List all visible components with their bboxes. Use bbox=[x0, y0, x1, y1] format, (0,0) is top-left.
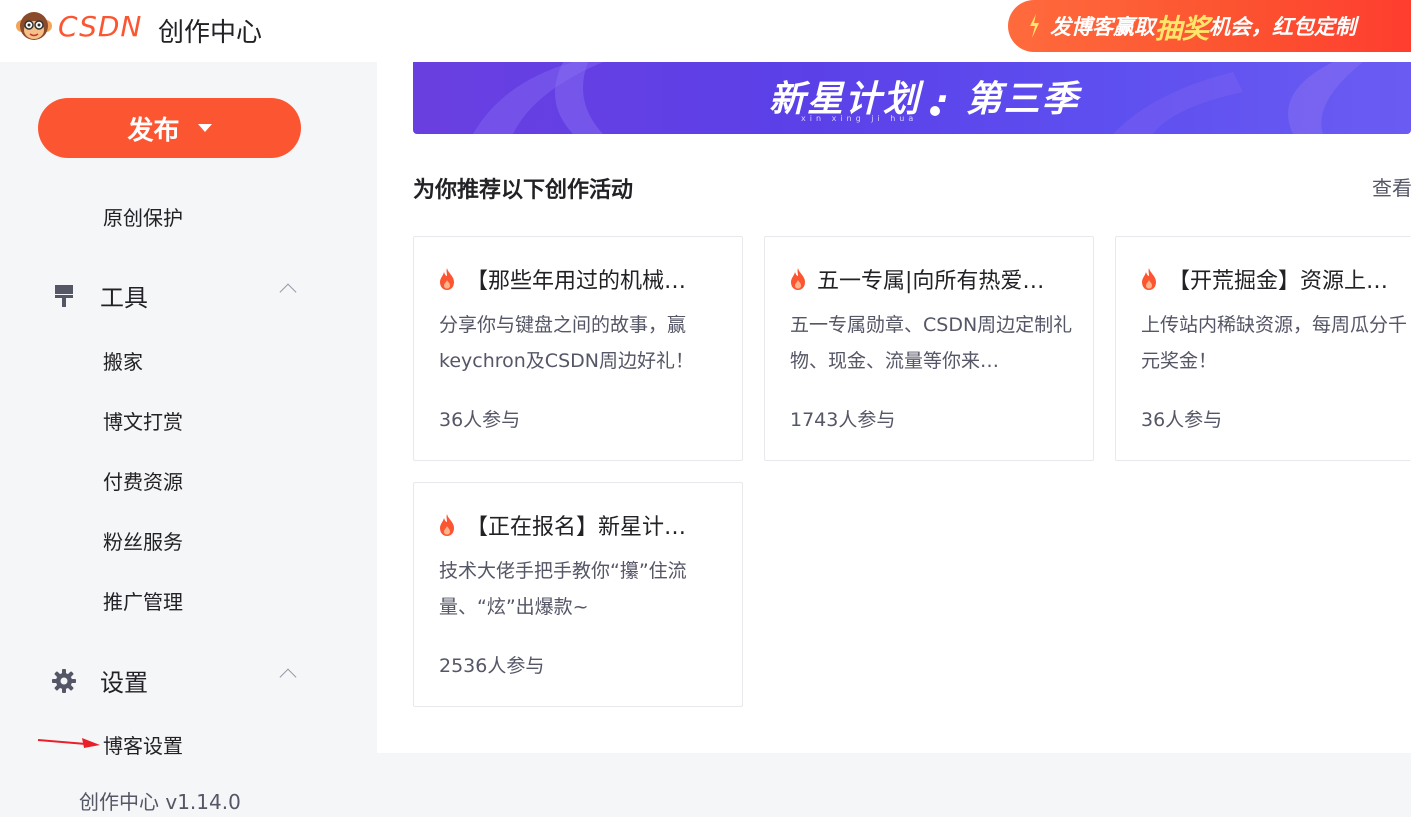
flame-icon bbox=[1142, 268, 1156, 290]
activity-banner[interactable]: 新星计划 · 第三季 xin xing ji hua bbox=[413, 62, 1411, 134]
carousel-dot[interactable] bbox=[930, 106, 940, 116]
card-description: 上传站内稀缺资源，每周瓜分千元奖金！ bbox=[1141, 314, 1408, 372]
sidebar-section-tools[interactable]: 工具 bbox=[50, 278, 300, 313]
card-title: 【那些年用过的机械… bbox=[466, 269, 687, 294]
participant-count: 1743人参与 bbox=[790, 409, 896, 431]
main-content: 新星计划 · 第三季 xin xing ji hua 为你推荐以下创作活动 查看… bbox=[377, 62, 1411, 753]
activity-card[interactable]: 【正在报名】新星计… 技术大佬手把手教你“攥”住流量、“炫”出爆款~ 2536人… bbox=[413, 482, 743, 707]
banner-subtitle: xin xing ji hua bbox=[801, 114, 918, 123]
flame-icon bbox=[440, 514, 454, 536]
card-title: 【正在报名】新星计… bbox=[466, 515, 687, 540]
sidebar-item-original-protection[interactable]: 原创保护 bbox=[103, 202, 183, 231]
promo-text-a: 发博客赢取 bbox=[1050, 15, 1155, 39]
publish-button[interactable]: 发布 bbox=[38, 98, 301, 158]
chevron-up-icon bbox=[279, 283, 297, 301]
settings-label: 设置 bbox=[100, 669, 148, 697]
promo-text-c: 机会，红包定制 bbox=[1209, 15, 1356, 39]
activity-card[interactable]: 五一专属|向所有热爱… 五一专属勋章、CSDN周边定制礼物、现金、流量等你来… … bbox=[764, 236, 1094, 461]
csdn-logo[interactable]: CSDN bbox=[14, 8, 142, 44]
red-arrow-icon bbox=[37, 738, 100, 748]
promo-banner[interactable]: 发博客赢取 抽奖 机会，红包定制 bbox=[1008, 0, 1411, 52]
card-description: 分享你与键盘之间的故事，赢keychron及CSDN周边好礼！ bbox=[439, 314, 694, 372]
version-label: 创作中心 v1.14.0 bbox=[79, 790, 241, 814]
flame-icon bbox=[440, 268, 454, 290]
publish-label: 发布 bbox=[127, 114, 180, 145]
monkey-logo-icon bbox=[16, 12, 52, 40]
sidebar-item-blog-settings[interactable]: 博客设置 bbox=[103, 730, 183, 759]
participant-count: 2536人参与 bbox=[439, 655, 545, 677]
activity-card[interactable]: 【那些年用过的机械… 分享你与键盘之间的故事，赢keychron及CSDN周边好… bbox=[413, 236, 743, 461]
card-title: 五一专属|向所有热爱… bbox=[817, 269, 1045, 294]
sidebar-item-fan-service[interactable]: 粉丝服务 bbox=[103, 526, 183, 555]
card-description: 五一专属勋章、CSDN周边定制礼物、现金、流量等你来… bbox=[790, 314, 1073, 372]
section-title: 为你推荐以下创作活动 bbox=[413, 178, 634, 203]
participant-count: 36人参与 bbox=[439, 409, 521, 431]
promo-text-b: 抽奖 bbox=[1155, 13, 1209, 45]
sidebar: 发布 原创保护 工具 搬家 博文打赏 付费资源 粉丝服务 推广管理 设置 博客设… bbox=[0, 62, 377, 817]
chevron-up-icon bbox=[279, 668, 297, 686]
spark-icon bbox=[1026, 13, 1042, 39]
sidebar-item-paid-resources[interactable]: 付费资源 bbox=[103, 466, 183, 495]
card-description: 技术大佬手把手教你“攥”住流量、“炫”出爆款~ bbox=[439, 560, 687, 618]
flame-icon bbox=[791, 268, 805, 290]
caret-down-icon bbox=[197, 124, 212, 132]
sidebar-item-move[interactable]: 搬家 bbox=[103, 346, 143, 375]
tools-label: 工具 bbox=[100, 284, 148, 312]
sidebar-section-settings[interactable]: 设置 bbox=[50, 663, 300, 698]
activity-card[interactable]: 【开荒掘金】资源上… 上传站内稀缺资源，每周瓜分千元奖金！ 36人参与 bbox=[1115, 236, 1411, 461]
brush-icon bbox=[50, 282, 78, 310]
card-title: 【开荒掘金】资源上… bbox=[1168, 269, 1389, 294]
participant-count: 36人参与 bbox=[1141, 409, 1223, 431]
view-more-link[interactable]: 查看 bbox=[1372, 172, 1411, 201]
sidebar-item-promotion[interactable]: 推广管理 bbox=[103, 586, 183, 615]
logo-text: CSDN bbox=[58, 9, 143, 43]
page-title: 创作中心 bbox=[158, 18, 263, 48]
top-header: CSDN 创作中心 发博客赢取 抽奖 机会，红包定制 bbox=[0, 0, 1411, 62]
gear-icon bbox=[50, 667, 78, 695]
sidebar-item-reward[interactable]: 博文打赏 bbox=[103, 406, 183, 435]
